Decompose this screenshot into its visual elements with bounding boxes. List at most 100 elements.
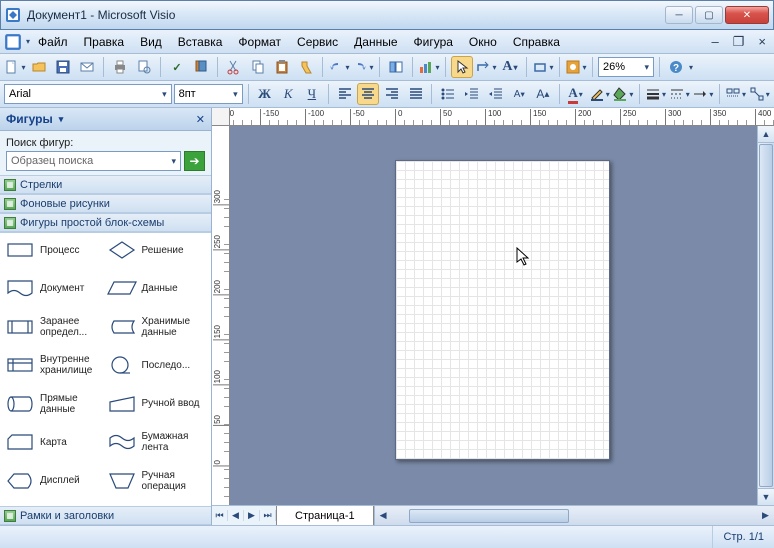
align-justify-button[interactable]: [405, 83, 427, 105]
shape-process[interactable]: Процесс: [4, 233, 106, 267]
menu-insert[interactable]: Вставка: [170, 33, 231, 51]
connector-tool-button[interactable]: [475, 56, 497, 78]
font-combo[interactable]: Arial▾: [4, 84, 172, 104]
page-tab-1[interactable]: Страница-1: [276, 506, 374, 525]
zoom-combo[interactable]: 26%▾: [598, 57, 654, 77]
horizontal-scrollbar[interactable]: ◀ ▶: [374, 506, 774, 525]
hscroll-thumb[interactable]: [409, 509, 569, 523]
text-tool-button[interactable]: A: [499, 56, 521, 78]
scroll-right-button[interactable]: ▶: [757, 506, 774, 525]
line-ends-button[interactable]: [692, 83, 714, 105]
shape-document[interactable]: Документ: [4, 271, 106, 305]
menu-file[interactable]: Файл: [30, 33, 76, 51]
align-center-button[interactable]: [357, 83, 379, 105]
align-left-button[interactable]: [334, 83, 356, 105]
spelling-button[interactable]: ✓: [166, 56, 188, 78]
shape-data[interactable]: Данные: [106, 271, 208, 305]
shape-predefined[interactable]: Заранее определ...: [4, 310, 106, 344]
line-pattern-button[interactable]: [668, 83, 690, 105]
line-color-button[interactable]: [588, 83, 610, 105]
search-go-button[interactable]: ➔: [184, 151, 205, 171]
menu-help[interactable]: Справка: [505, 33, 568, 51]
category-arrows[interactable]: Стрелки: [0, 175, 211, 194]
mdi-close-button[interactable]: ×: [754, 34, 770, 49]
mail-button[interactable]: [76, 56, 98, 78]
tab-last-button[interactable]: ⏭: [260, 510, 276, 521]
print-preview-button[interactable]: [133, 56, 155, 78]
undo-button[interactable]: [328, 56, 350, 78]
vertical-scrollbar[interactable]: ▲ ▼: [757, 126, 774, 505]
open-button[interactable]: [28, 56, 50, 78]
shape-display[interactable]: Дисплей: [4, 464, 106, 498]
font-color-button[interactable]: A: [565, 83, 587, 105]
menu-edit[interactable]: Правка: [76, 33, 133, 51]
scroll-up-button[interactable]: ▲: [758, 126, 774, 143]
minimize-button[interactable]: ─: [665, 6, 693, 24]
shape-decision[interactable]: Решение: [106, 233, 208, 267]
maximize-button[interactable]: ▢: [695, 6, 723, 24]
search-input[interactable]: Образец поиска▾: [6, 151, 181, 171]
print-button[interactable]: [109, 56, 131, 78]
panel-close-button[interactable]: ✕: [196, 113, 205, 126]
shape-internal-storage[interactable]: Внутренне хранилище: [4, 348, 106, 382]
save-button[interactable]: [52, 56, 74, 78]
shape-manual-operation[interactable]: Ручная операция: [106, 464, 208, 498]
panel-menu-icon[interactable]: ▾: [59, 114, 64, 125]
shape-manual-input[interactable]: Ручной ввод: [106, 387, 208, 421]
increase-indent-button[interactable]: [485, 83, 507, 105]
help-button[interactable]: ?: [665, 56, 687, 78]
mdi-restore-button[interactable]: ❐: [729, 34, 749, 50]
menu-shape[interactable]: Фигура: [406, 33, 461, 51]
category-backgrounds[interactable]: Фоновые рисунки: [0, 194, 211, 213]
bullets-button[interactable]: [437, 83, 459, 105]
mdi-minimize-button[interactable]: –: [708, 34, 723, 49]
menu-window[interactable]: Окно: [461, 33, 505, 51]
ruler-corner: [212, 108, 230, 126]
visio-menu-icon[interactable]: [4, 33, 22, 51]
shape-paper-tape[interactable]: Бумажная лента: [106, 425, 208, 459]
tab-prev-button[interactable]: ◀: [228, 510, 244, 521]
insert-chart-button[interactable]: [418, 56, 440, 78]
scroll-left-button[interactable]: ◀: [375, 506, 392, 525]
pointer-tool-button[interactable]: [451, 56, 473, 78]
shape-direct-data[interactable]: Прямые данные: [4, 387, 106, 421]
rectangle-tool-button[interactable]: [532, 56, 554, 78]
decrease-font-button[interactable]: A▾: [508, 83, 530, 105]
decrease-indent-button[interactable]: [461, 83, 483, 105]
copy-button[interactable]: [247, 56, 269, 78]
scroll-down-button[interactable]: ▼: [758, 488, 774, 505]
underline-button[interactable]: Ч: [301, 83, 323, 105]
shapes-window-button[interactable]: [385, 56, 407, 78]
theme-button[interactable]: [565, 56, 587, 78]
menu-data[interactable]: Данные: [346, 33, 405, 51]
drawing-area[interactable]: [230, 126, 757, 505]
research-button[interactable]: [190, 56, 212, 78]
page[interactable]: [395, 160, 610, 460]
align-right-button[interactable]: [381, 83, 403, 105]
italic-button[interactable]: К: [277, 83, 299, 105]
bold-button[interactable]: Ж: [254, 83, 276, 105]
line-weight-button[interactable]: [645, 83, 667, 105]
shape-sequential[interactable]: Последо...: [106, 348, 208, 382]
menu-format[interactable]: Формат: [230, 33, 289, 51]
shape-card[interactable]: Карта: [4, 425, 106, 459]
redo-button[interactable]: [352, 56, 374, 78]
increase-font-button[interactable]: A▴: [532, 83, 554, 105]
paste-button[interactable]: [271, 56, 293, 78]
close-button[interactable]: ✕: [725, 6, 769, 24]
cut-button[interactable]: [223, 56, 245, 78]
category-frames[interactable]: Рамки и заголовки: [0, 506, 211, 525]
tab-next-button[interactable]: ▶: [244, 510, 260, 521]
distribute-shapes-button[interactable]: [748, 83, 770, 105]
vscroll-thumb[interactable]: [759, 144, 773, 487]
new-button[interactable]: [4, 56, 26, 78]
align-shapes-button[interactable]: [725, 83, 747, 105]
category-flowchart[interactable]: Фигуры простой блок-схемы: [0, 213, 211, 232]
shape-stored-data[interactable]: Хранимые данные: [106, 310, 208, 344]
fill-color-button[interactable]: [612, 83, 634, 105]
font-size-combo[interactable]: 8пт▾: [174, 84, 243, 104]
tab-first-button[interactable]: ⏮: [212, 510, 228, 521]
menu-tools[interactable]: Сервис: [289, 33, 346, 51]
menu-view[interactable]: Вид: [132, 33, 170, 51]
format-painter-button[interactable]: [295, 56, 317, 78]
